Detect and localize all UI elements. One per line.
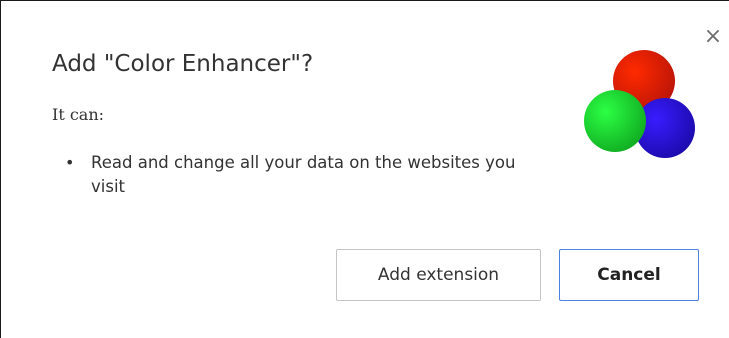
add-extension-button[interactable]: Add extension — [336, 249, 541, 301]
close-icon[interactable]: × — [701, 25, 725, 49]
color-enhancer-icon — [584, 50, 695, 158]
dialog-title: Add "Color Enhancer"? — [52, 51, 314, 77]
add-extension-dialog: × Add "Color Enhancer"? It can: • Read a… — [0, 0, 729, 338]
permission-item: • Read and change all your data on the w… — [63, 151, 533, 199]
cancel-button[interactable]: Cancel — [559, 249, 699, 301]
permissions-list: • Read and change all your data on the w… — [63, 151, 533, 199]
permissions-heading: It can: — [52, 105, 105, 124]
green-circle — [584, 90, 646, 152]
permission-text: Read and change all your data on the web… — [91, 153, 516, 196]
bullet-icon: • — [65, 153, 75, 172]
